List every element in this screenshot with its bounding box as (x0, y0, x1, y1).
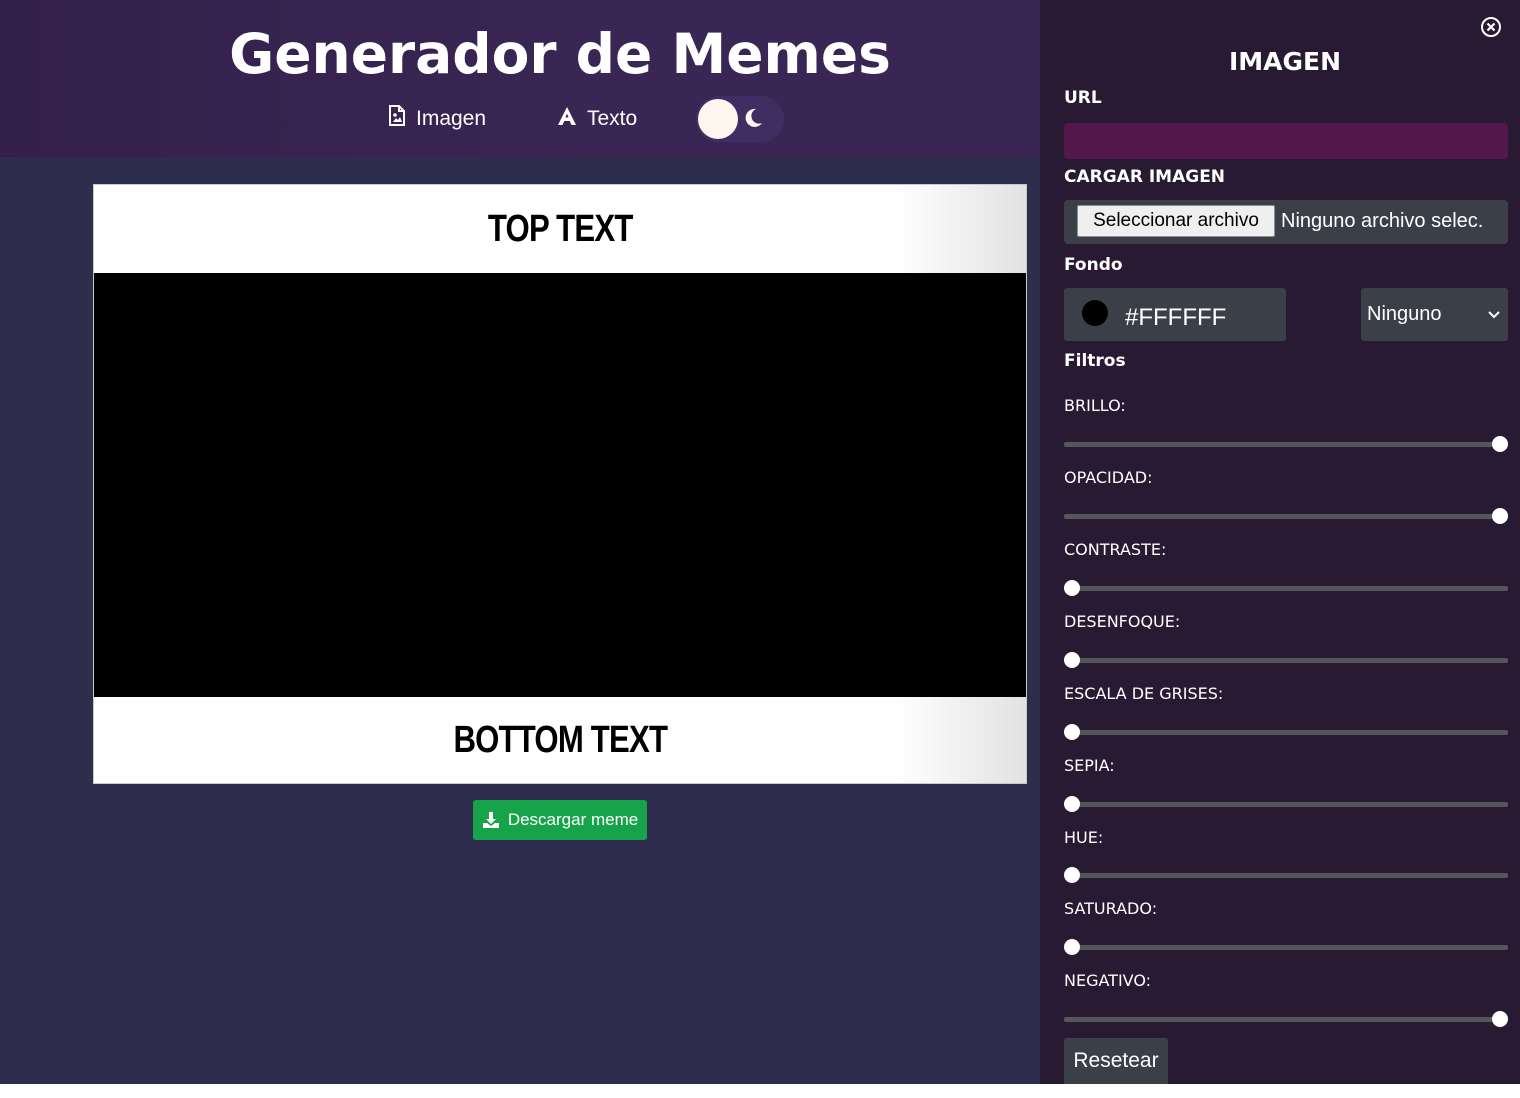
brillo-slider[interactable] (1064, 436, 1508, 452)
slider-thumb[interactable] (1064, 796, 1080, 812)
filters-label: Filtros (1064, 351, 1126, 371)
filter-label-saturado: SATURADO: (1064, 899, 1158, 918)
select-file-button[interactable]: Seleccionar archivo (1077, 205, 1275, 237)
header: Generador de Memes Imagen Texto (0, 0, 1040, 157)
chevron-down-icon (1486, 306, 1502, 327)
slider-thumb[interactable] (1492, 508, 1508, 524)
bottom-text: BOTTOM TEXT (453, 718, 668, 761)
image-panel: IMAGEN URL CARGAR IMAGEN Seleccionar arc… (1040, 0, 1520, 1084)
color-value: #FFFFFF (1125, 304, 1227, 331)
filter-label-escala-grises: ESCALA DE GRISES: (1064, 684, 1224, 703)
url-input[interactable] (1064, 123, 1508, 159)
download-button[interactable]: Descargar meme (473, 800, 647, 840)
app: Generador de Memes Imagen Texto TOP TEXT… (0, 0, 1520, 1084)
panel-title: IMAGEN (1228, 47, 1342, 76)
moon-icon (742, 107, 764, 134)
slider-track (1064, 802, 1508, 807)
opacidad-slider[interactable] (1064, 508, 1508, 524)
nav-image-button[interactable]: Imagen (388, 104, 486, 134)
filter-label-hue: HUE: (1064, 828, 1104, 847)
filter-label-desenfoque: DESENFOQUE: (1064, 612, 1181, 631)
slider-thumb[interactable] (1064, 652, 1080, 668)
slider-thumb[interactable] (1064, 939, 1080, 955)
filter-label-brillo: BRILLO: (1064, 396, 1126, 415)
saturado-slider[interactable] (1064, 939, 1508, 955)
slider-thumb[interactable] (1492, 436, 1508, 452)
reset-button[interactable]: Resetear (1064, 1038, 1168, 1084)
top-text-band: TOP TEXT (94, 185, 1026, 273)
url-label: URL (1064, 88, 1102, 108)
nav-bar: Imagen Texto (0, 96, 1040, 142)
file-upload: Seleccionar archivo Ninguno archivo sele… (1064, 200, 1508, 244)
slider-thumb[interactable] (1064, 867, 1080, 883)
filter-label-sepia: SEPIA: (1064, 756, 1115, 775)
slider-thumb[interactable] (1064, 724, 1080, 740)
background-label: Fondo (1064, 255, 1123, 275)
font-icon (557, 106, 577, 132)
filter-label-opacidad: OPACIDAD: (1064, 468, 1153, 487)
page-title: Generador de Memes (229, 22, 891, 86)
upload-label: CARGAR IMAGEN (1064, 167, 1226, 187)
file-image-icon (388, 105, 406, 133)
blend-mode-select[interactable]: Ninguno (1361, 288, 1508, 341)
file-status: Ninguno archivo selec. (1281, 210, 1484, 232)
filter-label-negativo: NEGATIVO: (1064, 971, 1152, 990)
meme-image (94, 273, 1026, 697)
close-circle-icon[interactable] (1480, 16, 1502, 43)
slider-thumb[interactable] (1492, 1011, 1508, 1027)
slider-track (1064, 873, 1508, 878)
bottom-text-band: BOTTOM TEXT (94, 697, 1026, 783)
slider-track (1064, 442, 1508, 447)
toggle-knob (698, 99, 738, 139)
background-color-picker[interactable]: #FFFFFF (1064, 288, 1286, 341)
nav-text-label: Texto (587, 107, 638, 130)
hue-slider[interactable] (1064, 867, 1508, 883)
contraste-slider[interactable] (1064, 580, 1508, 596)
escala-grises-slider[interactable] (1064, 724, 1508, 740)
slider-track (1064, 730, 1508, 735)
slider-track (1064, 514, 1508, 519)
slider-thumb[interactable] (1064, 580, 1080, 596)
slider-track (1064, 945, 1508, 950)
slider-track (1064, 658, 1508, 663)
meme-canvas: TOP TEXT BOTTOM TEXT (93, 184, 1027, 784)
slider-track (1064, 1017, 1508, 1022)
download-label: Descargar meme (507, 810, 639, 829)
desenfoque-slider[interactable] (1064, 652, 1508, 668)
color-swatch (1082, 300, 1108, 326)
theme-toggle[interactable] (696, 96, 784, 142)
filter-label-contraste: CONTRASTE: (1064, 540, 1167, 559)
blend-mode-value: Ninguno (1367, 303, 1442, 325)
download-icon (482, 812, 499, 828)
nav-image-label: Imagen (416, 107, 487, 130)
nav-text-button[interactable]: Texto (557, 104, 637, 134)
negativo-slider[interactable] (1064, 1011, 1508, 1027)
sepia-slider[interactable] (1064, 796, 1508, 812)
top-text: TOP TEXT (487, 207, 633, 250)
slider-track (1064, 586, 1508, 591)
